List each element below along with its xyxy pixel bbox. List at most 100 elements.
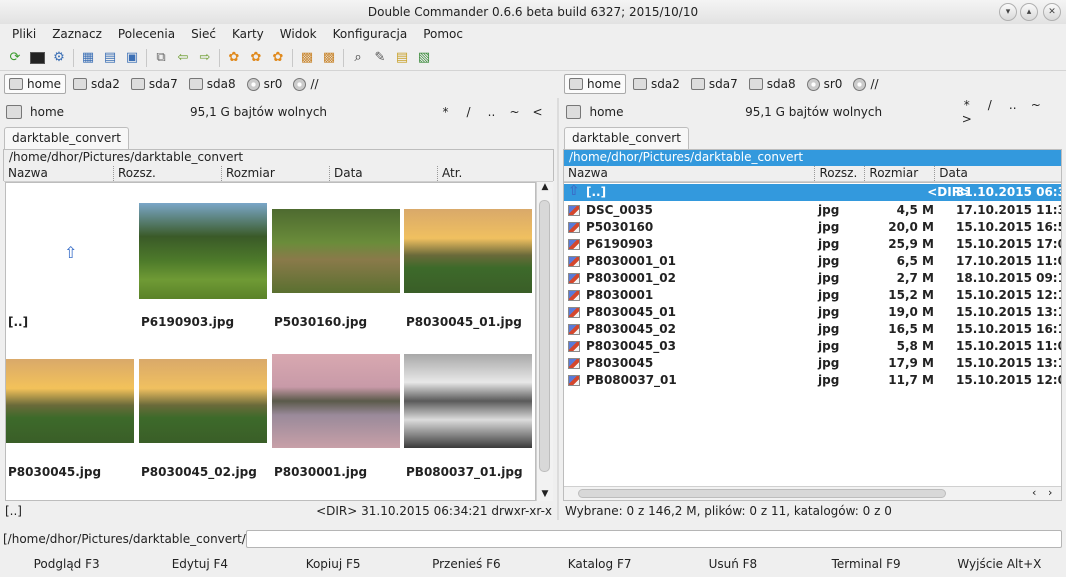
edit-icon[interactable]: ✎ [369,47,391,69]
nav-favorites[interactable]: * [434,105,457,119]
unpack-icon[interactable]: ▩ [318,47,340,69]
list-item[interactable]: PB080037_01 jpg 11,7 M 15.10.2015 12:08:4 [564,372,1061,389]
list-item[interactable]: P8030045 jpg 17,9 M 15.10.2015 13:13:0 [564,355,1061,372]
menu-pliki[interactable]: Pliki [4,27,44,41]
scroll-left-icon[interactable]: ‹ [1032,486,1036,499]
scroll-down-icon[interactable]: ▼ [537,489,553,499]
scroll-right-icon[interactable]: › [1048,486,1052,499]
menu-siec[interactable]: Sieć [183,27,224,41]
drive-network[interactable]: // [289,74,322,94]
thumb-file[interactable]: P8030001.jpg [272,333,404,483]
list-item[interactable]: P6190903 jpg 25,9 M 15.10.2015 17:05:5 [564,236,1061,253]
move-f6-button[interactable]: Przenieś F6 [400,554,533,574]
drive-sr0[interactable]: sr0 [243,74,287,94]
drive-sda2[interactable]: sda2 [629,74,684,94]
scroll-up-icon[interactable]: ▲ [537,182,553,192]
list-item[interactable]: P8030045_01 jpg 19,0 M 15.10.2015 13:17:5 [564,304,1061,321]
thumb-file[interactable]: PB080037_01.jpg [404,333,535,483]
nav-back[interactable]: < [526,105,549,119]
left-current-path[interactable]: /home/dhor/Pictures/darktable_convert [4,150,553,166]
menu-polecenia[interactable]: Polecenia [110,27,183,41]
pack-icon[interactable]: ▩ [296,47,318,69]
copy-f5-button[interactable]: Kopiuj F5 [267,554,400,574]
col-date[interactable]: Data [935,166,1061,181]
drive-home[interactable]: home [564,74,627,94]
left-tab[interactable]: darktable_convert [4,127,129,149]
drive-home[interactable]: home [4,74,67,94]
mkdir-f7-button[interactable]: Katalog F7 [533,554,666,574]
maximize-button[interactable]: ▴ [1020,3,1038,21]
brief-view-icon[interactable]: ▦ [77,47,99,69]
search-files-icon[interactable]: ✿ [245,47,267,69]
list-item-parent[interactable]: ⇧ [..] <DIR> 31.10.2015 06:34:2 [564,183,1061,201]
left-vertical-scrollbar[interactable]: ▲ ▼ [536,182,553,501]
nav-root[interactable]: / [978,98,1001,112]
list-item[interactable]: DSC_0035 jpg 4,5 M 17.10.2015 11:34:2 [564,202,1061,219]
menu-widok[interactable]: Widok [272,27,325,41]
col-ext[interactable]: Rozsz. [114,166,222,181]
menu-konfiguracja[interactable]: Konfiguracja [325,27,416,41]
list-item[interactable]: P5030160 jpg 20,0 M 15.10.2015 16:52:4 [564,219,1061,236]
thumb-file[interactable]: P8030045_01.jpg [404,183,535,333]
scroll-thumb[interactable] [578,489,946,498]
nav-forward[interactable]: > [955,112,978,126]
col-name[interactable]: Nazwa [4,166,114,181]
panel-splitter[interactable] [557,98,559,520]
properties-icon[interactable]: ▤ [391,47,413,69]
list-item[interactable]: P8030045_02 jpg 16,5 M 15.10.2015 16:15:2 [564,321,1061,338]
exit-altx-button[interactable]: Wyjście Alt+X [933,554,1066,574]
thumb-parent[interactable]: ⇧ [..] [6,183,138,333]
multi-rename-icon[interactable]: ✿ [223,47,245,69]
list-item[interactable]: P8030001 jpg 15,2 M 15.10.2015 12:13:1 [564,287,1061,304]
right-horizontal-scrollbar[interactable]: ‹ › [564,486,1061,500]
col-size[interactable]: Rozmiar [222,166,330,181]
left-drive-label[interactable]: home [30,105,150,119]
drive-network[interactable]: // [849,74,882,94]
find-icon[interactable]: ⌕ [347,47,369,69]
terminal-icon[interactable] [26,47,48,69]
drive-sda2[interactable]: sda2 [69,74,124,94]
col-ext[interactable]: Rozsz. [815,166,866,181]
col-date[interactable]: Data [330,166,438,181]
delete-f8-button[interactable]: Usuń F8 [666,554,799,574]
thumbnail-view-icon[interactable]: ▣ [121,47,143,69]
col-attr[interactable]: Atr. [438,166,546,181]
drive-sda7[interactable]: sda7 [687,74,742,94]
scroll-thumb[interactable] [539,200,550,472]
view-f3-button[interactable]: Podgląd F3 [0,554,133,574]
right-current-path[interactable]: /home/dhor/Pictures/darktable_convert [564,150,1061,166]
close-button[interactable]: ✕ [1043,3,1061,21]
minimize-button[interactable]: ▾ [999,3,1017,21]
thumb-file[interactable]: P8030045_02.jpg [139,333,271,483]
edit-f4-button[interactable]: Edytuj F4 [133,554,266,574]
right-tab[interactable]: darktable_convert [564,127,689,149]
menu-zaznacz[interactable]: Zaznacz [44,27,110,41]
list-item[interactable]: P8030045_03 jpg 5,8 M 15.10.2015 11:05:2 [564,338,1061,355]
compare-icon[interactable]: ⧉ [150,47,172,69]
copy-left-icon[interactable]: ⇦ [172,47,194,69]
thumb-file[interactable]: P5030160.jpg [272,183,404,333]
command-input[interactable] [246,530,1062,548]
drive-sda8[interactable]: sda8 [185,74,240,94]
sync-dirs-icon[interactable]: ✿ [267,47,289,69]
nav-parent[interactable]: .. [1001,98,1024,112]
full-view-icon[interactable]: ▤ [99,47,121,69]
drive-sda7[interactable]: sda7 [127,74,182,94]
favorites-icon[interactable]: ▧ [413,47,435,69]
refresh-icon[interactable]: ⟳ [4,47,26,69]
options-icon[interactable]: ⚙ [48,47,70,69]
thumb-file[interactable]: P8030045.jpg [6,333,138,483]
nav-parent[interactable]: .. [480,105,503,119]
nav-home[interactable]: ~ [1024,98,1047,112]
list-item[interactable]: P8030001_01 jpg 6,5 M 17.10.2015 11:06:1 [564,253,1061,270]
nav-favorites[interactable]: * [955,98,978,112]
nav-root[interactable]: / [457,105,480,119]
copy-right-icon[interactable]: ⇨ [194,47,216,69]
nav-home[interactable]: ~ [503,105,526,119]
menu-pomoc[interactable]: Pomoc [415,27,471,41]
thumb-file[interactable]: P6190903.jpg [139,183,271,333]
terminal-f9-button[interactable]: Terminal F9 [800,554,933,574]
drive-sda8[interactable]: sda8 [745,74,800,94]
col-name[interactable]: Nazwa [564,166,816,181]
list-item[interactable]: P8030001_02 jpg 2,7 M 18.10.2015 09:11:1 [564,270,1061,287]
